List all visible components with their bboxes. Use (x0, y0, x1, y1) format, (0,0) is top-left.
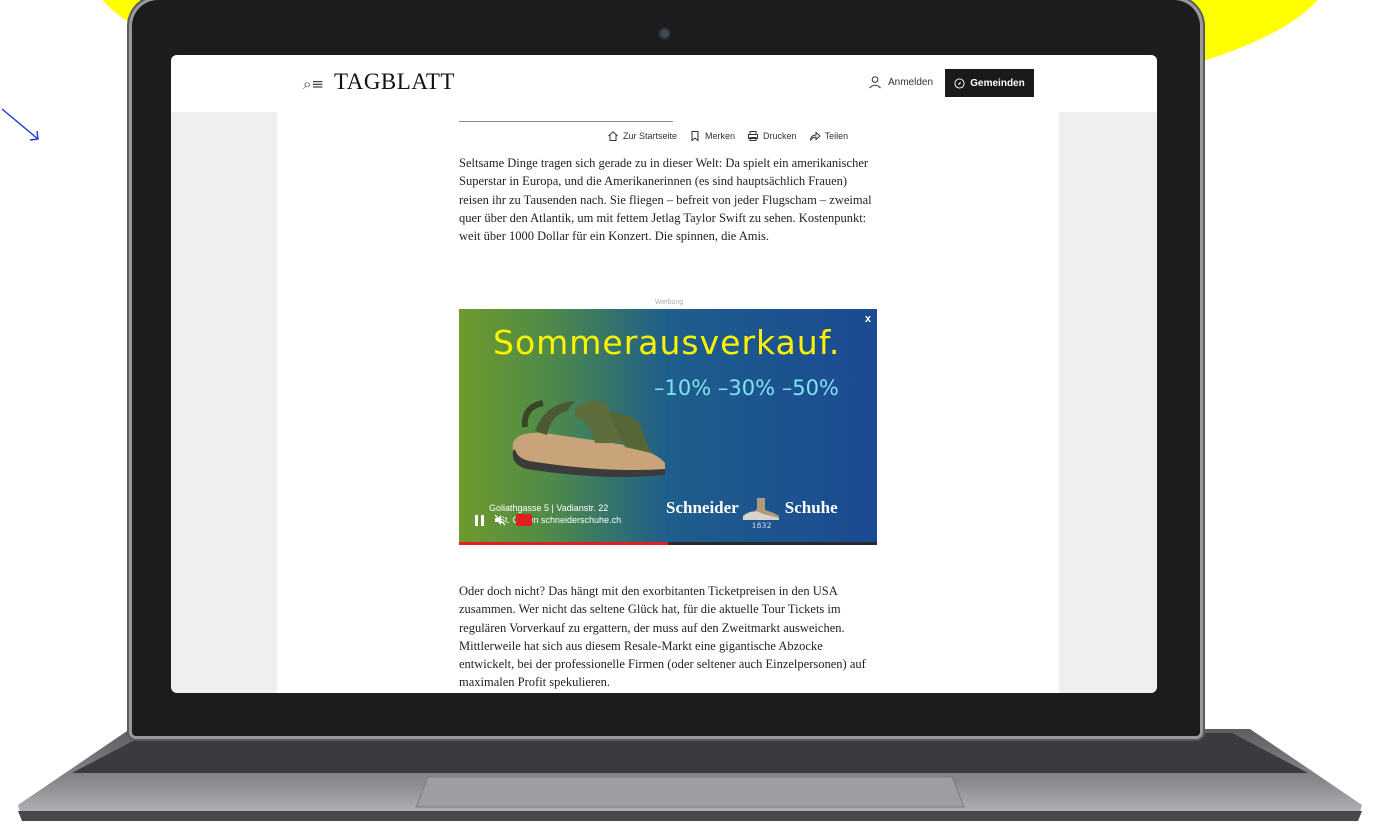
ad-brand-right: Schuhe (784, 498, 838, 517)
bookmark-button[interactable]: Merken (689, 130, 735, 142)
print-button[interactable]: Drucken (747, 130, 797, 142)
ad-address-line: Goliathgasse 5 | Vadianstr. 22 (489, 503, 609, 513)
browser-screen: ⌕≡ TAGBLATT Anmelden Gemeinden Zur Start… (171, 55, 1157, 693)
ad-video-controls (475, 514, 532, 526)
ad-headline: Sommerausverkauf. (493, 323, 841, 362)
arrow-icon (1, 108, 39, 141)
boot-icon (742, 498, 779, 520)
site-header: ⌕≡ TAGBLATT Anmelden Gemeinden (171, 55, 1157, 112)
record-badge[interactable] (516, 514, 532, 526)
home-icon (608, 131, 618, 141)
site-logo[interactable]: TAGBLATT (334, 69, 455, 95)
print-label: Drucken (763, 131, 797, 141)
share-icon (809, 131, 821, 141)
ad-close-button[interactable]: x (865, 313, 871, 325)
ad-progress-track (459, 542, 877, 545)
search-menu-icon[interactable]: ⌕≡ (303, 75, 324, 93)
camera-icon (660, 29, 669, 38)
ad-discounts: –10% –30% –50% (654, 376, 839, 400)
login-link[interactable]: Anmelden (868, 75, 933, 89)
ad-brand-logo: Schneider Schuhe (666, 496, 838, 520)
laptop-keyboard-base (18, 729, 1362, 821)
share-label: Teilen (824, 131, 849, 141)
ad-brand-left: Schneider (666, 498, 739, 517)
gemeinden-button[interactable]: Gemeinden (945, 69, 1034, 97)
article-actions-bar: Zur Startseite Merken Drucken Teilen (607, 130, 848, 142)
home-link[interactable]: Zur Startseite (607, 130, 677, 142)
ad-progress-fill (459, 542, 668, 545)
user-icon (869, 76, 881, 89)
share-button[interactable]: Teilen (809, 130, 849, 142)
ad-label: Werbung (654, 299, 684, 306)
bookmark-icon (691, 131, 699, 142)
login-label: Anmelden (888, 76, 934, 88)
gemeinden-label: Gemeinden (970, 77, 1025, 89)
pause-icon[interactable] (475, 514, 484, 526)
divider (459, 121, 673, 122)
sandal-image (512, 400, 665, 477)
home-link-label: Zur Startseite (623, 131, 678, 141)
bookmark-label: Merken (705, 131, 736, 141)
article-paragraph: Seltsame Dinge tragen sich gerade zu in … (459, 156, 872, 244)
article-column: Zur Startseite Merken Drucken Teilen Sel… (277, 112, 1059, 693)
article-paragraph: Oder doch nicht? Das hängt mit den exorb… (459, 584, 866, 690)
print-icon (748, 131, 759, 141)
ad-brand-year: 1832 (752, 521, 772, 530)
compass-icon (954, 77, 965, 89)
mute-icon[interactable] (494, 514, 506, 526)
advertisement-banner[interactable]: x Sommerausverkauf. –10% –30% –50% Golia… (459, 309, 877, 545)
